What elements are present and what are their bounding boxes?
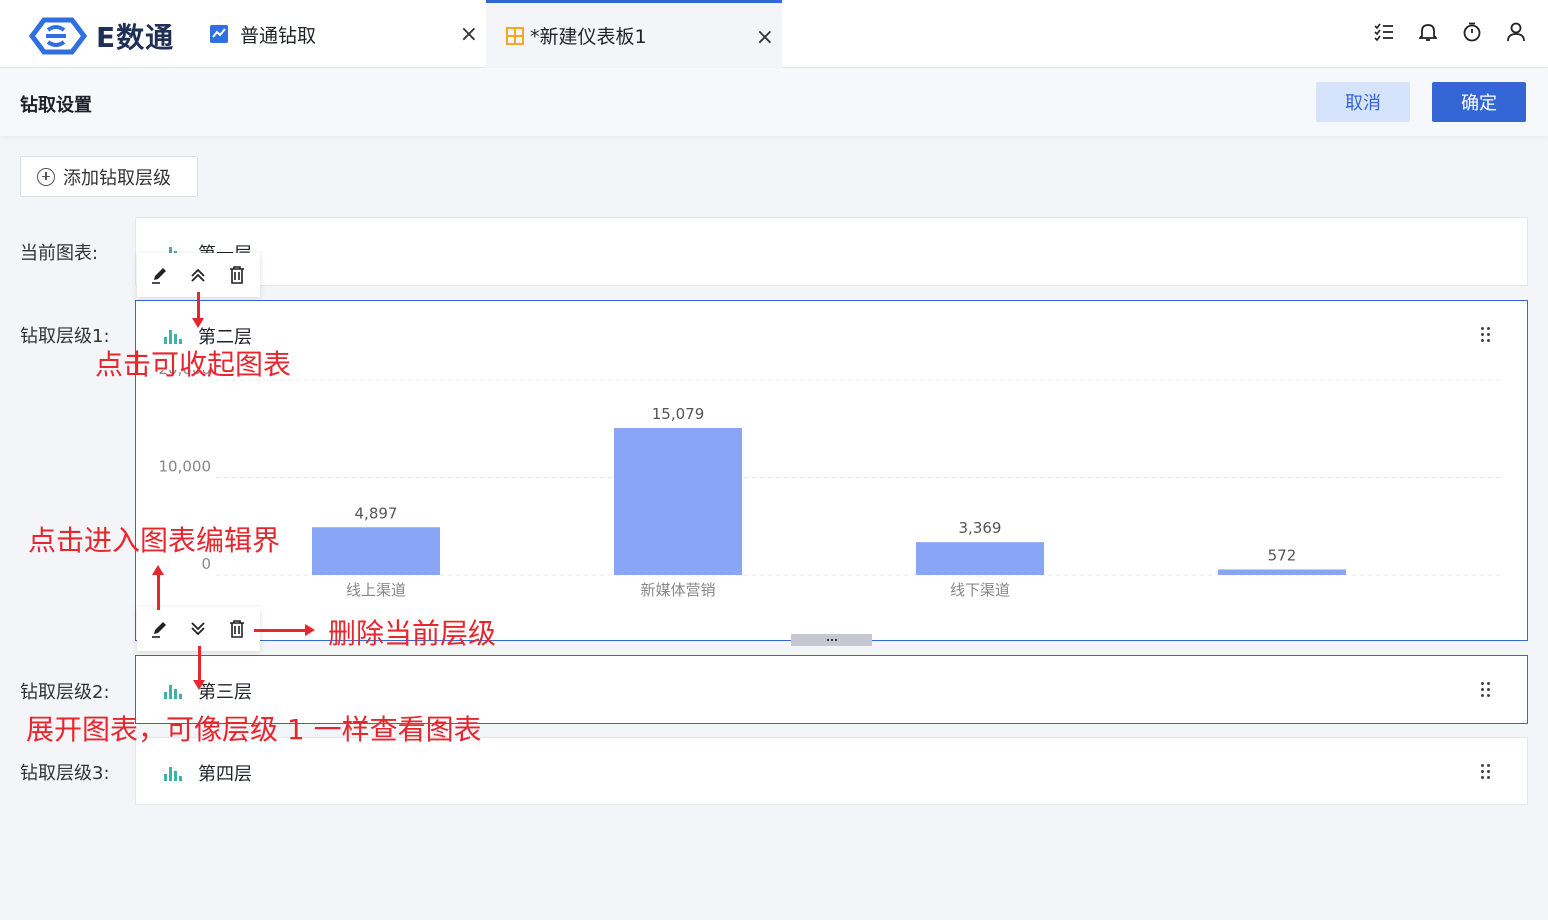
annotation-edit: 点击进入图表编辑界 [28,524,281,557]
delete-icon[interactable] [225,263,249,287]
plus-circle-icon [37,167,55,186]
annotation-expand: 展开图表，可像层级 1 一样查看图表 [26,713,482,746]
level-card-current[interactable]: 第一层 [135,217,1528,286]
chart-bar [916,542,1044,575]
line-chart-icon [210,25,228,43]
x-tick-label: 新媒体营销 [640,581,715,599]
list-check-icon[interactable] [1372,20,1396,44]
logo-text: E数通 [96,21,175,54]
row-label-level-3: 钻取层级3: [20,763,110,784]
add-drill-level-button[interactable]: 添加钻取层级 [20,156,198,197]
bar-chart-icon [164,328,182,344]
annotation-delete: 删除当前层级 [328,617,497,650]
close-icon[interactable]: × [756,25,774,50]
annotation-collapse: 点击可收起图表 [95,348,292,381]
tab-label: *新建仪表板1 [530,26,647,48]
bar-value-label: 4,897 [355,504,398,522]
annotation-arrowhead [305,624,315,636]
bell-icon[interactable] [1416,20,1440,44]
app-logo[interactable]: E数通 [26,16,174,56]
cancel-button[interactable]: 取消 [1316,82,1410,122]
top-bar: E数通 普通钻取 × *新建仪表板1 × [0,0,1548,68]
chart-bar [1218,569,1346,575]
bar-chart-icon [164,765,182,781]
y-tick-label: 10,000 [159,458,212,476]
top-actions [1372,20,1528,44]
level-name: 第三层 [198,682,252,703]
drag-handle-icon[interactable] [1481,327,1491,343]
confirm-button[interactable]: 确定 [1432,82,1526,122]
level-toolbar-bottom [137,607,260,651]
annotation-arrowhead [193,680,205,690]
annotation-arrow [197,292,200,320]
timer-icon[interactable] [1460,20,1484,44]
bar-chart-icon [164,683,182,699]
collapse-icon[interactable] [186,263,210,287]
bar-chart: 20,00010,00004,897线上渠道15,079新媒体营销3,369线下… [159,370,1504,599]
drag-handle-icon[interactable] [1481,682,1491,698]
chart-bar [312,527,440,575]
edit-icon[interactable] [148,263,172,287]
drill-settings-header: 钻取设置 取消 确定 [0,68,1548,136]
level-card-head: 第三层 [164,678,252,704]
annotation-arrow [198,646,201,682]
user-icon[interactable] [1504,20,1528,44]
logo-mark-icon [28,17,88,55]
edit-icon[interactable] [148,617,172,641]
expand-icon[interactable] [186,617,210,641]
annotation-arrow [254,629,306,632]
chart-resize-handle[interactable] [791,634,872,646]
bar-value-label: 572 [1268,546,1297,564]
annotation-arrowhead [192,318,204,328]
level-card-head: 第四层 [164,760,252,786]
close-icon[interactable]: × [460,22,478,47]
x-tick-label: 线上渠道 [346,581,406,599]
bar-value-label: 3,369 [959,519,1002,537]
bar-value-label: 15,079 [652,405,705,423]
level-name: 第四层 [198,764,252,785]
tab-label: 普通钻取 [240,24,317,47]
delete-icon[interactable] [225,617,249,641]
tab-normal-drill[interactable]: 普通钻取 × [198,0,486,68]
add-drill-level-label: 添加钻取层级 [63,167,171,189]
annotation-arrow [157,573,160,610]
tab-new-dashboard[interactable]: *新建仪表板1 × [486,0,782,68]
row-label-current-chart: 当前图表: [20,243,99,264]
level-toolbar-top [137,253,260,297]
drag-handle-icon[interactable] [1481,764,1491,780]
page-title: 钻取设置 [20,95,92,116]
dashboard-icon [506,26,524,45]
chart-bar [614,427,742,575]
row-label-level-2: 钻取层级2: [20,682,110,703]
x-tick-label: 线下渠道 [950,581,1010,599]
